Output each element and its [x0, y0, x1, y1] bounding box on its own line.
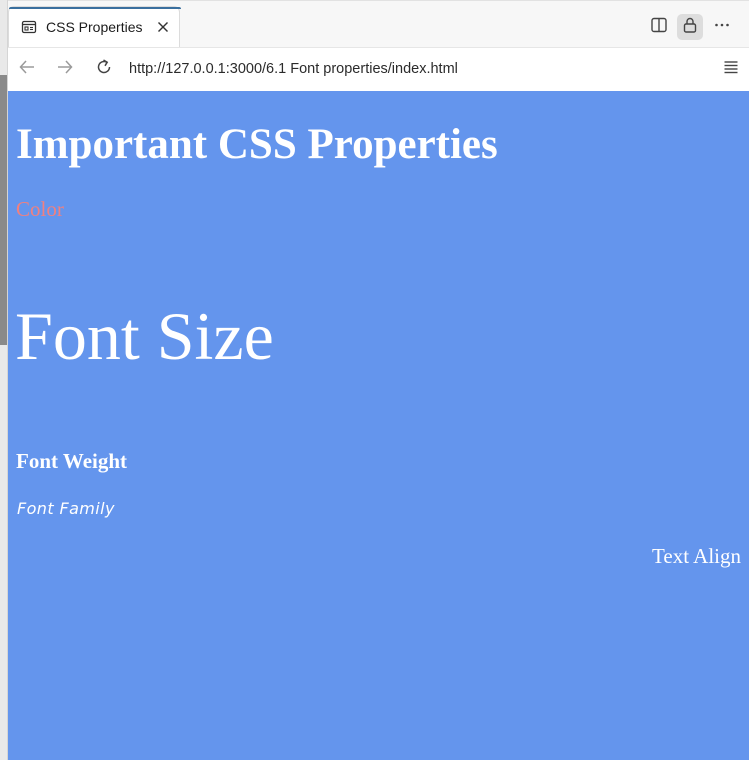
- navigation-bar: http://127.0.0.1:3000/6.1 Font propertie…: [8, 47, 749, 91]
- page-icon: [21, 19, 37, 35]
- lock-icon: [681, 16, 699, 39]
- left-edge-shadow: [0, 75, 7, 345]
- color-demo-text: Color: [16, 197, 64, 221]
- forward-button[interactable]: [54, 58, 76, 80]
- font-weight-demo-text: Font Weight: [16, 449, 128, 473]
- reader-mode-button[interactable]: [720, 58, 742, 80]
- close-icon[interactable]: [154, 18, 172, 36]
- page-heading: Important CSS Properties: [16, 121, 498, 168]
- page-viewport: Important CSS Properties Color Font Size…: [8, 91, 749, 760]
- reload-button[interactable]: [93, 58, 115, 80]
- lock-button[interactable]: [677, 14, 703, 40]
- font-size-demo-text: Font Size: [15, 298, 274, 374]
- left-edge-strip: [0, 0, 7, 760]
- font-family-demo-text: Font Family: [17, 499, 115, 518]
- reload-icon: [94, 57, 114, 82]
- tab-css-properties[interactable]: CSS Properties: [8, 6, 181, 48]
- browser-window: CSS Properties http://127.0.0.1:3000/6.1…: [7, 0, 749, 760]
- tab-title: CSS Properties: [46, 19, 143, 35]
- reader-mode-icon: [722, 58, 740, 81]
- tab-active-indicator: [9, 7, 181, 9]
- text-align-demo-text: Text Align: [652, 544, 741, 568]
- back-arrow-icon: [17, 57, 37, 82]
- split-screen-icon: [650, 16, 668, 39]
- address-bar-url[interactable]: http://127.0.0.1:3000/6.1 Font propertie…: [129, 60, 458, 78]
- back-button[interactable]: [16, 58, 38, 80]
- more-options-button[interactable]: [709, 14, 735, 40]
- more-options-icon: [713, 16, 731, 39]
- split-screen-button[interactable]: [646, 14, 672, 40]
- tab-strip: CSS Properties: [8, 0, 749, 48]
- forward-arrow-icon: [55, 57, 75, 82]
